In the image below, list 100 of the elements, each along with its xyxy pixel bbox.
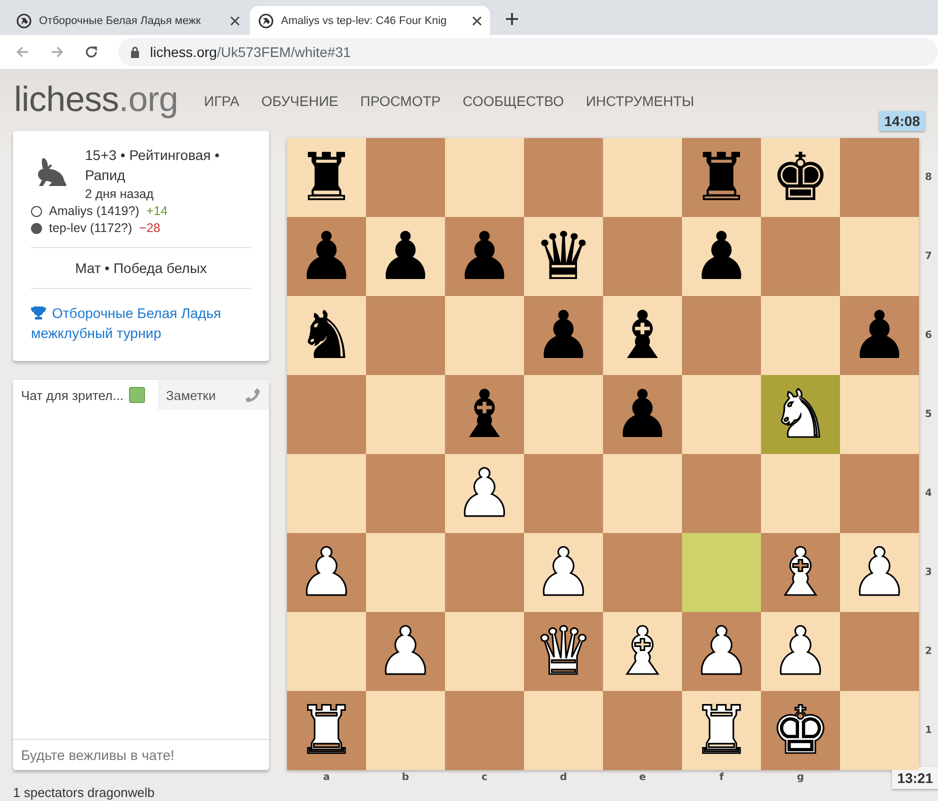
rank-label: 5	[924, 408, 933, 422]
chess-piece[interactable]: ♝	[612, 302, 672, 368]
board-square[interactable]	[445, 138, 524, 217]
chess-piece[interactable]: ♞	[296, 302, 356, 368]
chat-toggle[interactable]	[129, 387, 146, 403]
board-square[interactable]	[366, 454, 445, 533]
tournament-link[interactable]: Отборочные Белая Ладья межклубный турнир	[31, 303, 251, 343]
board-square[interactable]: ♜	[287, 138, 366, 217]
nav-link[interactable]: ИНСТРУМЕНТЫ	[586, 93, 694, 109]
game-result: Мат • Победа белых	[74, 259, 208, 276]
chess-piece[interactable]: ♝	[454, 382, 514, 448]
board-square[interactable]	[603, 217, 682, 296]
chess-piece[interactable]: ♟	[296, 224, 356, 290]
board-square[interactable]	[366, 691, 445, 770]
board-square[interactable]: ♟	[524, 296, 603, 375]
chess-piece[interactable]: ♛	[534, 224, 594, 290]
board-square[interactable]	[524, 138, 603, 217]
address-bar[interactable]: lichess.org/Uk573FEM/white#31	[118, 38, 938, 66]
game-date: 2 дня назад	[85, 187, 155, 201]
panel-tab[interactable]: Чат для зрител...	[13, 380, 158, 410]
board-square[interactable]: ♜	[682, 138, 761, 217]
chess-piece[interactable]: ♜	[296, 144, 356, 210]
board-square[interactable]	[603, 454, 682, 533]
board-square[interactable]	[366, 375, 445, 454]
file-label: a	[322, 771, 331, 783]
board-square[interactable]	[682, 375, 761, 454]
player-name[interactable]: Amaliys (1419?)	[49, 204, 140, 218]
board-square[interactable]: ♟	[840, 296, 919, 375]
board-square[interactable]	[682, 296, 761, 375]
nav-link[interactable]: ПРОСМОТР	[360, 93, 441, 109]
board-square[interactable]: ♟	[682, 217, 761, 296]
board-square[interactable]: ♟	[287, 217, 366, 296]
board-square[interactable]	[840, 454, 919, 533]
site-logo[interactable]: lichess.org	[14, 80, 178, 120]
board-square[interactable]	[287, 612, 366, 691]
board-square[interactable]	[366, 296, 445, 375]
board-square[interactable]	[445, 533, 524, 612]
board-square[interactable]	[524, 375, 603, 454]
rank-label: 7	[924, 250, 933, 264]
board-square[interactable]: ♟	[603, 375, 682, 454]
board-square[interactable]: ♛	[524, 217, 603, 296]
board-square[interactable]	[603, 533, 682, 612]
rating-change: −28	[139, 221, 160, 235]
rank-label: 8	[924, 171, 933, 185]
board-square[interactable]	[840, 612, 919, 691]
rank-label: 1	[924, 724, 933, 738]
file-label: d	[558, 771, 568, 783]
chess-piece[interactable]: ♟	[612, 382, 672, 448]
chess-piece[interactable]: ♚	[770, 144, 830, 210]
board-square[interactable]	[366, 533, 445, 612]
board-square[interactable]: ♟	[445, 217, 524, 296]
board-square[interactable]	[603, 691, 682, 770]
board-square[interactable]	[761, 296, 840, 375]
spectators-text: 1 spectators dragonwelb	[13, 785, 156, 800]
board-square[interactable]: ♝	[445, 375, 524, 454]
chess-piece[interactable]: ♜	[692, 144, 752, 210]
chess-piece[interactable]: ♟	[454, 224, 514, 290]
board-square[interactable]	[682, 533, 761, 612]
chess-piece[interactable]: ♟	[850, 302, 910, 368]
site-icon	[16, 12, 32, 28]
board-square[interactable]	[287, 375, 366, 454]
board-square[interactable]	[840, 375, 919, 454]
board-square[interactable]: ♞	[287, 296, 366, 375]
board-square[interactable]	[287, 454, 366, 533]
board-square[interactable]	[524, 691, 603, 770]
board-square[interactable]: ♚	[761, 138, 840, 217]
browser-tab[interactable]: Amaliys vs tep-lev: C46 Four Knig	[250, 6, 490, 35]
site-icon	[258, 12, 274, 28]
rabbit-icon	[35, 155, 69, 189]
panel-tab[interactable]: Заметки	[158, 380, 269, 410]
chess-piece[interactable]: ♟	[534, 302, 594, 368]
file-label: e	[638, 771, 647, 783]
nav-link[interactable]: ОБУЧЕНИЕ	[261, 93, 338, 109]
board-square[interactable]	[761, 217, 840, 296]
board-square[interactable]	[682, 454, 761, 533]
chat-input[interactable]: Будьте вежливы в чате!	[13, 739, 269, 770]
rank-label: 3	[924, 566, 933, 580]
board-square[interactable]	[445, 691, 524, 770]
board-square[interactable]	[366, 138, 445, 217]
board-square[interactable]: ♟	[366, 217, 445, 296]
chess-piece[interactable]: ♟	[376, 224, 436, 290]
board-square[interactable]	[603, 138, 682, 217]
new-tab-icon[interactable]	[505, 12, 519, 26]
trophy-icon	[31, 306, 46, 320]
board-square[interactable]	[840, 217, 919, 296]
player-clock: 13:21	[892, 767, 938, 789]
nav-link[interactable]: СООБЩЕСТВО	[462, 93, 564, 109]
file-label: b	[400, 771, 410, 783]
nav-link[interactable]: ИГРА	[204, 93, 240, 109]
rank-label: 6	[924, 329, 933, 343]
board-square[interactable]	[445, 296, 524, 375]
chess-piece[interactable]: ♟	[692, 224, 752, 290]
board-square[interactable]	[524, 454, 603, 533]
board-square[interactable]	[761, 454, 840, 533]
board-square[interactable]	[840, 691, 919, 770]
board-square[interactable]	[840, 138, 919, 217]
player-name[interactable]: tep-lev (1172?)	[49, 221, 132, 235]
board-square[interactable]: ♝	[603, 296, 682, 375]
board-square[interactable]	[445, 612, 524, 691]
browser-tab[interactable]: Отборочные Белая Ладья межк	[8, 6, 248, 35]
